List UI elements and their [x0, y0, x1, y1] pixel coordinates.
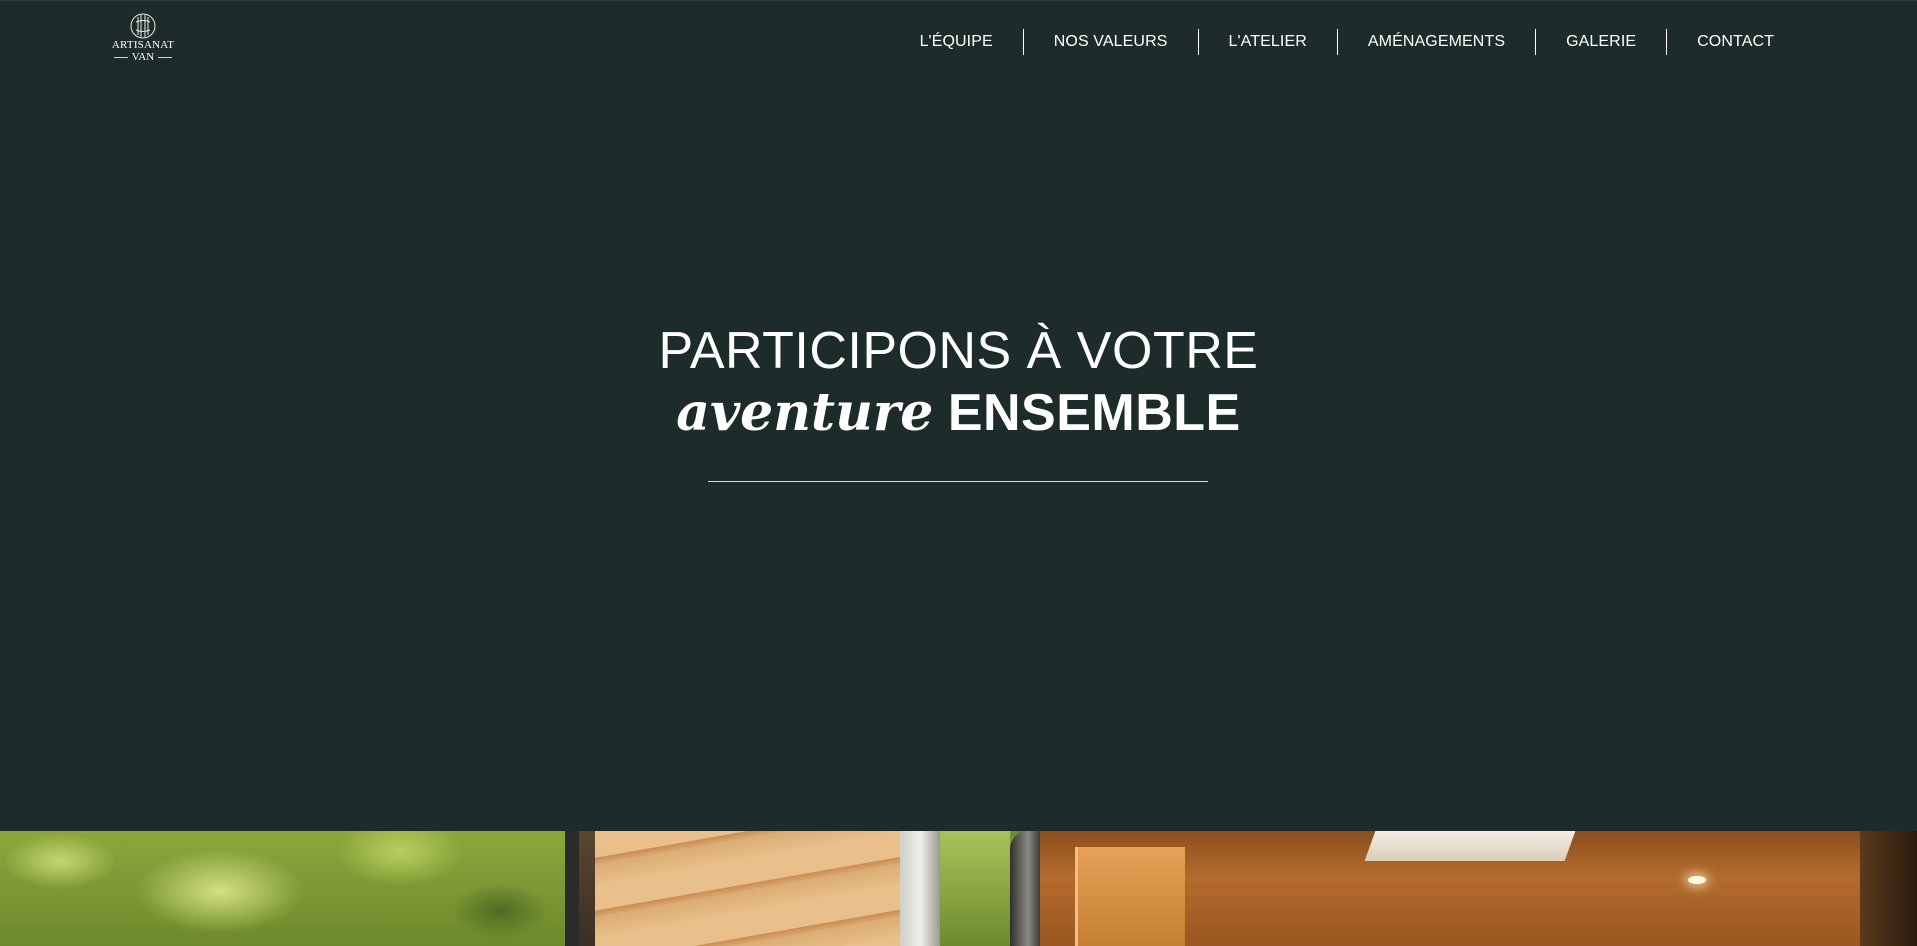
- hero-line-1: PARTICIPONS À VOTRE: [658, 322, 1259, 380]
- main-nav: L'ÉQUIPE NOS VALEURS L'ATELIER AMÉNAGEME…: [890, 29, 1774, 55]
- page: ARTISANAT VAN L'ÉQUIPE NOS VALEURS L'ATE…: [0, 0, 1917, 946]
- nav-item-galerie[interactable]: GALERIE: [1536, 29, 1666, 55]
- photo-skylight: [1364, 831, 1576, 861]
- nav-item-contact[interactable]: CONTACT: [1667, 29, 1774, 55]
- nav-item-amenagements[interactable]: AMÉNAGEMENTS: [1338, 29, 1535, 55]
- nav-item-valeurs[interactable]: NOS VALEURS: [1024, 29, 1198, 55]
- photo-background-foliage: [940, 831, 1010, 946]
- nav-item-equipe[interactable]: L'ÉQUIPE: [890, 29, 1023, 55]
- photo-trees: [0, 831, 565, 946]
- logo-text-bottom: VAN: [131, 51, 155, 63]
- photo-wood-cabinet: [1075, 847, 1185, 946]
- logo-bottom-row: VAN: [113, 51, 173, 63]
- photo-right-wall: [1860, 831, 1917, 946]
- logo-emblem-icon: [130, 13, 156, 39]
- hero-line-2: aventure ENSEMBLE: [0, 382, 1917, 444]
- photo-ceiling-lamp: [1688, 876, 1706, 884]
- hero-heading: PARTICIPONS À VOTRE aventure ENSEMBLE: [0, 320, 1917, 444]
- hero-section: PARTICIPONS À VOTRE aventure ENSEMBLE: [0, 320, 1917, 444]
- photo-door-wood-panel: [595, 831, 925, 946]
- van-interior-photo: [0, 831, 1917, 946]
- logo-text-top: ARTISANAT: [111, 39, 175, 51]
- photo-door-edge: [900, 831, 940, 946]
- hero-italic-word: aventure: [676, 382, 934, 443]
- logo-rule-left: [113, 57, 128, 58]
- photo-van-frame: [1010, 831, 1040, 946]
- logo-rule-right: [158, 57, 173, 58]
- nav-item-atelier[interactable]: L'ATELIER: [1199, 29, 1337, 55]
- hero-divider: [708, 481, 1208, 482]
- logo-link[interactable]: ARTISANAT VAN: [112, 13, 174, 65]
- site-header: ARTISANAT VAN L'ÉQUIPE NOS VALEURS L'ATE…: [0, 0, 1917, 82]
- hero-plain-word: ENSEMBLE: [947, 384, 1241, 442]
